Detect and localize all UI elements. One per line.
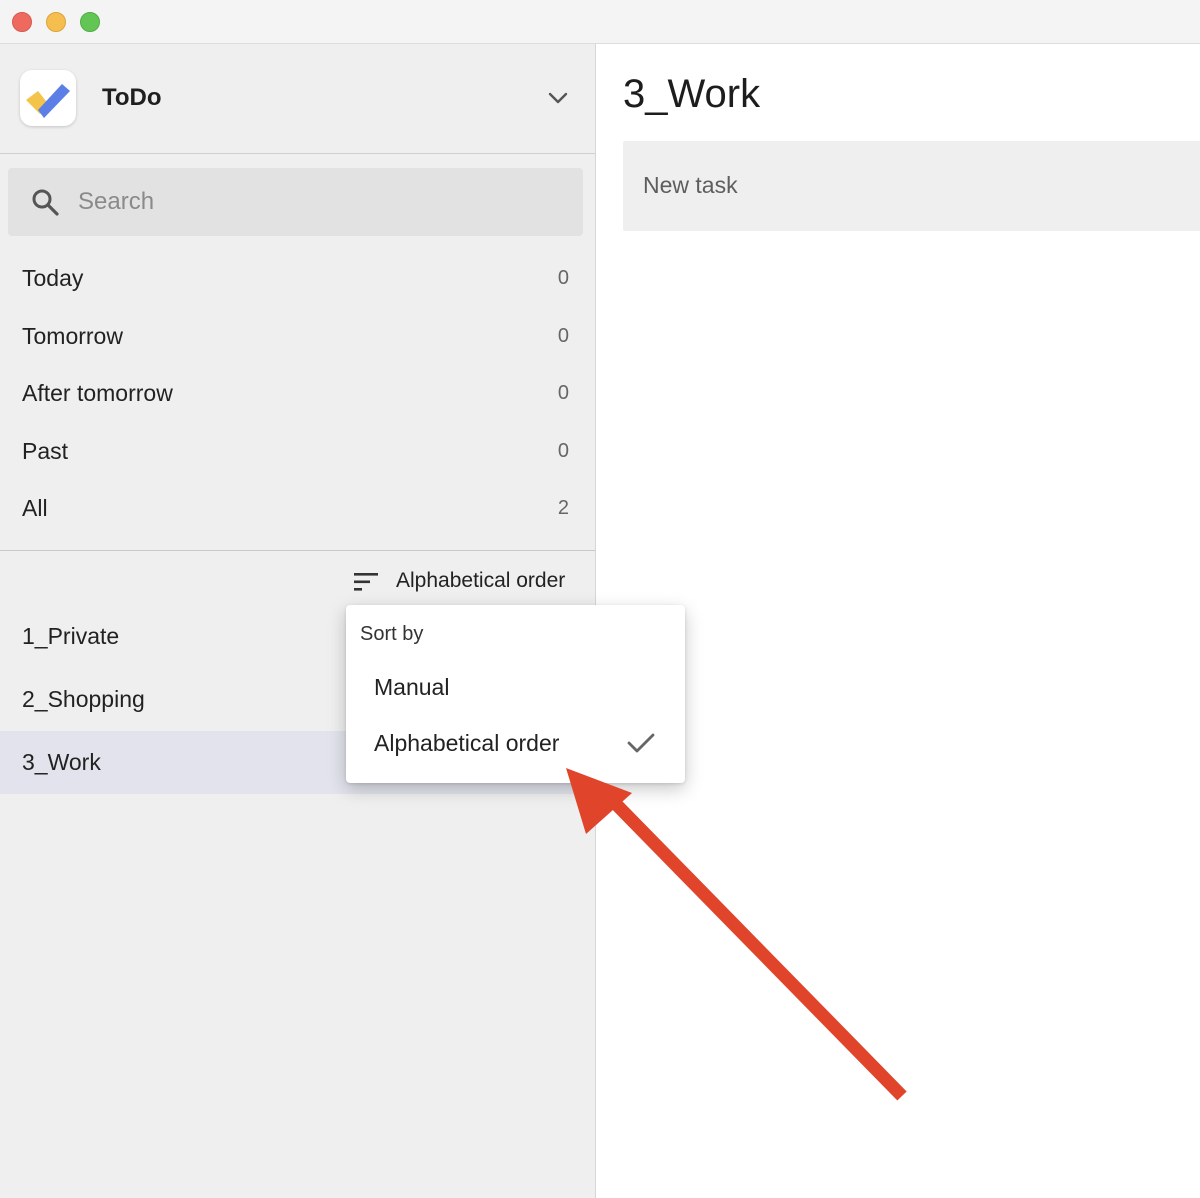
filter-label: After tomorrow xyxy=(22,380,173,406)
todo-check-logo-icon xyxy=(20,70,76,126)
filter-item-all[interactable]: All 2 xyxy=(0,479,595,537)
window-minimize-button[interactable] xyxy=(46,12,66,32)
list-label: 1_Private xyxy=(22,623,120,649)
app-window: ToDo Today 0 Tomorrow xyxy=(0,0,1200,1198)
search-input[interactable] xyxy=(78,182,558,222)
filter-label: All xyxy=(22,495,48,521)
app-name: ToDo xyxy=(102,84,162,111)
filter-item-tomorrow[interactable]: Tomorrow 0 xyxy=(0,307,595,365)
filter-label: Past xyxy=(22,437,69,464)
sort-menu-header: Sort by xyxy=(360,623,424,645)
list-label: 2_Shopping xyxy=(22,686,145,712)
sort-menu: Sort by Manual Alphabetical order xyxy=(346,605,685,783)
new-task-box[interactable] xyxy=(623,141,1200,231)
filter-count: 0 xyxy=(557,382,569,404)
filter-label: Today xyxy=(22,265,84,291)
chevron-down-icon[interactable] xyxy=(546,86,570,115)
new-task-input[interactable] xyxy=(643,167,1183,203)
window-close-button[interactable] xyxy=(12,12,32,32)
sort-button[interactable]: Alphabetical order xyxy=(350,566,590,598)
account-switcher[interactable]: ToDo xyxy=(0,44,595,154)
window-maximize-button[interactable] xyxy=(80,12,100,32)
sort-option-alphabetical[interactable]: Alphabetical order xyxy=(346,716,685,770)
search-box[interactable] xyxy=(8,168,583,236)
search-icon xyxy=(30,187,60,222)
check-icon xyxy=(626,730,656,761)
list-label: 3_Work xyxy=(22,749,101,775)
sort-option-label: Alphabetical order xyxy=(374,730,560,756)
sidebar-divider xyxy=(0,550,595,551)
filter-count: 0 xyxy=(557,439,569,462)
sort-option-label: Manual xyxy=(374,674,450,700)
filter-item-past[interactable]: Past 0 xyxy=(0,422,595,480)
filter-item-after-tomorrow[interactable]: After tomorrow 0 xyxy=(0,364,595,422)
sort-current-label: Alphabetical order xyxy=(396,569,566,592)
filter-list: Today 0 Tomorrow 0 After tomorrow 0 Past… xyxy=(0,249,595,537)
title-bar xyxy=(0,0,1200,44)
filter-label: Tomorrow xyxy=(22,322,123,349)
sort-option-manual[interactable]: Manual xyxy=(346,660,685,714)
sort-icon xyxy=(352,570,380,599)
filter-count: 0 xyxy=(557,267,569,289)
filter-count: 0 xyxy=(557,324,569,347)
main-panel: 3_Work xyxy=(596,44,1200,1198)
filter-count: 2 xyxy=(557,497,569,519)
filter-item-today[interactable]: Today 0 xyxy=(0,249,595,307)
page-title: 3_Work xyxy=(623,72,761,116)
